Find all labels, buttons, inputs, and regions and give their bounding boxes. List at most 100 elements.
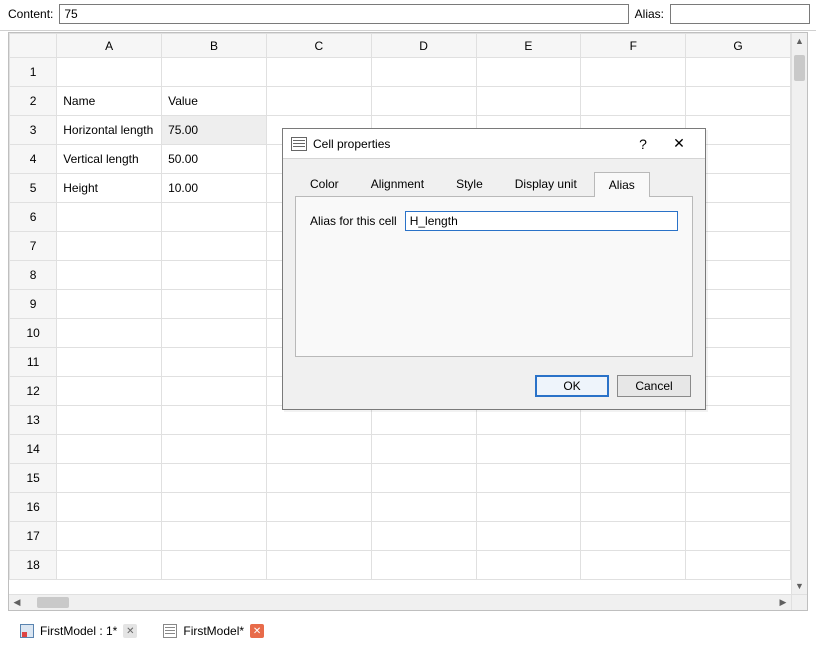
cell-B9[interactable] <box>162 290 267 319</box>
cell-D14[interactable] <box>371 435 476 464</box>
row-header[interactable]: 4 <box>10 145 57 174</box>
horizontal-scrollbar[interactable]: ◀ ▶ <box>9 594 791 610</box>
cell-F17[interactable] <box>581 522 686 551</box>
cell-F1[interactable] <box>581 58 686 87</box>
cell-B16[interactable] <box>162 493 267 522</box>
ok-button[interactable]: OK <box>535 375 609 397</box>
cell-F2[interactable] <box>581 87 686 116</box>
cell-B8[interactable] <box>162 261 267 290</box>
cell-A5[interactable]: Height <box>57 174 162 203</box>
row-header[interactable]: 10 <box>10 319 57 348</box>
alias-input[interactable] <box>670 4 810 24</box>
content-input[interactable] <box>59 4 628 24</box>
horizontal-scroll-thumb[interactable] <box>37 597 69 608</box>
cell-F14[interactable] <box>581 435 686 464</box>
cell-A2[interactable]: Name <box>57 87 162 116</box>
cell-G18[interactable] <box>686 551 791 580</box>
row-header[interactable]: 15 <box>10 464 57 493</box>
cell-G15[interactable] <box>686 464 791 493</box>
cell-C17[interactable] <box>266 522 371 551</box>
tab-alignment[interactable]: Alignment <box>356 171 439 196</box>
cell-B3[interactable]: 75.00 <box>162 116 267 145</box>
cell-A9[interactable] <box>57 290 162 319</box>
col-header-B[interactable]: B <box>162 34 267 58</box>
cell-G14[interactable] <box>686 435 791 464</box>
cell-B11[interactable] <box>162 348 267 377</box>
cell-G2[interactable] <box>686 87 791 116</box>
scroll-up-icon[interactable]: ▲ <box>792 33 807 49</box>
cell-C16[interactable] <box>266 493 371 522</box>
close-icon[interactable]: ✕ <box>123 624 137 638</box>
cell-D2[interactable] <box>371 87 476 116</box>
cell-B17[interactable] <box>162 522 267 551</box>
vertical-scroll-thumb[interactable] <box>794 55 805 81</box>
cell-E1[interactable] <box>476 58 581 87</box>
cell-A13[interactable] <box>57 406 162 435</box>
cell-B4[interactable]: 50.00 <box>162 145 267 174</box>
row-header[interactable]: 3 <box>10 116 57 145</box>
cell-B12[interactable] <box>162 377 267 406</box>
cell-E16[interactable] <box>476 493 581 522</box>
cell-A15[interactable] <box>57 464 162 493</box>
cell-B2[interactable]: Value <box>162 87 267 116</box>
cell-E14[interactable] <box>476 435 581 464</box>
tab-display-unit[interactable]: Display unit <box>500 171 592 196</box>
cell-B14[interactable] <box>162 435 267 464</box>
cell-F15[interactable] <box>581 464 686 493</box>
row-header[interactable]: 6 <box>10 203 57 232</box>
cell-F18[interactable] <box>581 551 686 580</box>
cell-C15[interactable] <box>266 464 371 493</box>
col-header-G[interactable]: G <box>686 34 791 58</box>
cell-C14[interactable] <box>266 435 371 464</box>
row-header[interactable]: 9 <box>10 290 57 319</box>
cell-A1[interactable] <box>57 58 162 87</box>
corner-header[interactable] <box>10 34 57 58</box>
cell-E2[interactable] <box>476 87 581 116</box>
cell-B10[interactable] <box>162 319 267 348</box>
cell-B15[interactable] <box>162 464 267 493</box>
cell-B13[interactable] <box>162 406 267 435</box>
row-header[interactable]: 18 <box>10 551 57 580</box>
cell-B7[interactable] <box>162 232 267 261</box>
tab-color[interactable]: Color <box>295 171 354 196</box>
doc-tab-first-model-sheet[interactable]: FirstModel* ✕ <box>157 619 270 643</box>
col-header-A[interactable]: A <box>57 34 162 58</box>
scroll-right-icon[interactable]: ▶ <box>775 595 791 610</box>
row-header[interactable]: 2 <box>10 87 57 116</box>
cell-A18[interactable] <box>57 551 162 580</box>
row-header[interactable]: 7 <box>10 232 57 261</box>
cell-D17[interactable] <box>371 522 476 551</box>
doc-tab-first-model-view[interactable]: FirstModel : 1* ✕ <box>14 619 143 643</box>
cell-D18[interactable] <box>371 551 476 580</box>
cell-D15[interactable] <box>371 464 476 493</box>
cell-E15[interactable] <box>476 464 581 493</box>
cell-A17[interactable] <box>57 522 162 551</box>
row-header[interactable]: 5 <box>10 174 57 203</box>
alias-field-input[interactable] <box>405 211 678 231</box>
cell-A8[interactable] <box>57 261 162 290</box>
cell-B18[interactable] <box>162 551 267 580</box>
cell-C18[interactable] <box>266 551 371 580</box>
row-header[interactable]: 16 <box>10 493 57 522</box>
cell-C2[interactable] <box>266 87 371 116</box>
row-header[interactable]: 8 <box>10 261 57 290</box>
cell-B6[interactable] <box>162 203 267 232</box>
row-header[interactable]: 14 <box>10 435 57 464</box>
row-header[interactable]: 17 <box>10 522 57 551</box>
cell-A14[interactable] <box>57 435 162 464</box>
cell-C1[interactable] <box>266 58 371 87</box>
close-icon[interactable]: ✕ <box>250 624 264 638</box>
cell-A11[interactable] <box>57 348 162 377</box>
scroll-down-icon[interactable]: ▼ <box>792 578 807 594</box>
cell-G16[interactable] <box>686 493 791 522</box>
cell-B5[interactable]: 10.00 <box>162 174 267 203</box>
cell-G1[interactable] <box>686 58 791 87</box>
cell-D16[interactable] <box>371 493 476 522</box>
cell-E18[interactable] <box>476 551 581 580</box>
cell-A6[interactable] <box>57 203 162 232</box>
col-header-E[interactable]: E <box>476 34 581 58</box>
cell-A4[interactable]: Vertical length <box>57 145 162 174</box>
help-button[interactable]: ? <box>625 136 661 152</box>
cell-A12[interactable] <box>57 377 162 406</box>
col-header-F[interactable]: F <box>581 34 686 58</box>
